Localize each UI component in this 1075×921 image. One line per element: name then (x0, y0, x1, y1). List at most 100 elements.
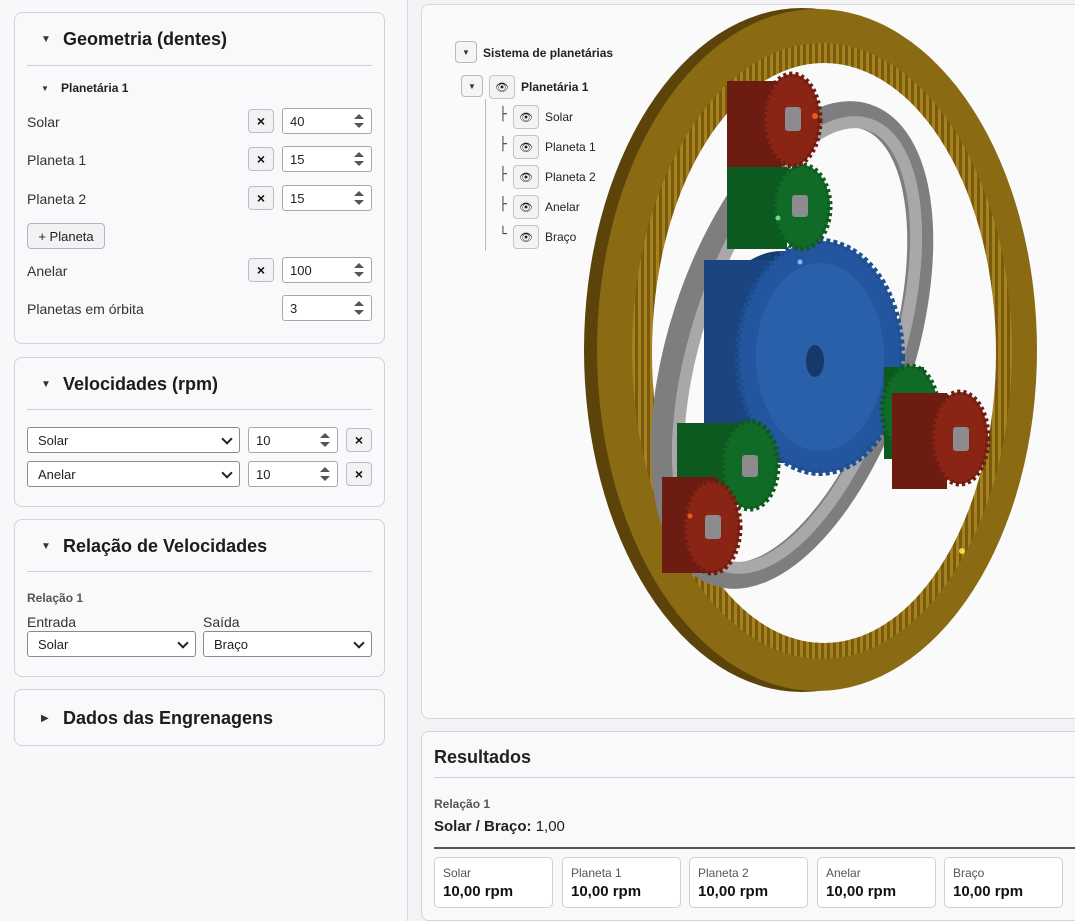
remove-planet2-button[interactable]: × (248, 186, 274, 210)
planet2-teeth-input[interactable]: 15 (282, 185, 372, 211)
remove-ring-button[interactable]: × (248, 258, 274, 282)
remove-speed-2-button[interactable]: × (346, 462, 372, 486)
planetary-subheader[interactable]: ▼ Planetária 1 (41, 81, 128, 95)
solar-teeth-input[interactable]: 40 (282, 108, 372, 134)
results-title: Resultados (434, 747, 532, 767)
spinner-icon[interactable] (319, 431, 331, 449)
orbit-label: Planetas em órbita (27, 301, 144, 317)
remove-speed-1-button[interactable]: × (346, 428, 372, 452)
planet1-gear-top (727, 162, 833, 252)
speeds-header[interactable]: ▼ Velocidades (rpm) (15, 358, 384, 410)
spinner-icon[interactable] (319, 465, 331, 483)
tree-item-carrier: Braço (545, 230, 577, 244)
ratio-subtitle: Relação 1 (27, 591, 84, 605)
marker (959, 548, 965, 554)
gear-data-header[interactable]: ▶ Dados das Engrenagens (15, 690, 384, 747)
result-name: Anelar (826, 866, 861, 880)
gear-data-title: Dados das Engrenagens (63, 708, 274, 728)
planet2-gear-right (892, 389, 991, 489)
tree-connector: ├ (499, 107, 507, 122)
ring-label: Anelar (27, 263, 68, 279)
caret-down-icon: ▼ (41, 33, 51, 45)
result-card-planet1: Planeta 1 10,00 rpm (562, 857, 681, 908)
planetary-title: Planetária 1 (61, 81, 129, 95)
toggle-visibility-ring[interactable]: 👁 (513, 195, 539, 219)
tree-root-toggle[interactable]: ▼ (455, 41, 477, 63)
orbit-count-value: 3 (290, 300, 298, 316)
planet1-teeth-input[interactable]: 15 (282, 146, 372, 172)
speed-gear-select-2[interactable]: Anelar (27, 461, 240, 487)
result-name: Planeta 1 (571, 866, 622, 880)
results-relation-value: 1,00 (535, 818, 565, 835)
caret-down-icon: ▼ (41, 540, 51, 552)
spinner-icon[interactable] (353, 299, 365, 317)
solar-teeth-value: 40 (290, 113, 305, 129)
result-card-planet2: Planeta 2 10,00 rpm (689, 857, 808, 908)
planet2-label: Planeta 2 (27, 191, 87, 207)
toggle-visibility-planet1[interactable]: 👁 (513, 135, 539, 159)
caret-down-icon: ▼ (41, 83, 49, 93)
remove-solar-button[interactable]: × (248, 109, 274, 133)
results-panel: Resultados Relação 1 Solar / Braço: 1,00… (421, 731, 1075, 921)
gear-3d-viewer[interactable]: ▼ Sistema de planetárias ▼ 👁 Planetária … (421, 4, 1075, 719)
tree-item-planet1: Planeta 1 (545, 140, 596, 154)
toggle-visibility-planetary[interactable]: 👁 (489, 75, 515, 99)
marker (812, 113, 818, 119)
eye-icon: 👁 (519, 171, 533, 184)
eye-icon: 👁 (519, 141, 533, 154)
input-select[interactable]: Solar (27, 631, 196, 657)
result-value: 10,00 rpm (953, 883, 1024, 900)
speed-gear-select-1[interactable]: Solar (27, 427, 240, 453)
ratio-header[interactable]: ▼ Relação de Velocidades (15, 520, 384, 572)
planet2-teeth-value: 15 (290, 190, 305, 206)
planet2-gear-top (727, 71, 823, 169)
output-select-value: Braço (214, 636, 248, 652)
ratio-card: ▼ Relação de Velocidades Relação 1 Entra… (14, 519, 385, 677)
toggle-visibility-solar[interactable]: 👁 (513, 105, 539, 129)
spinner-icon[interactable] (353, 261, 365, 279)
planet1-label: Planeta 1 (27, 152, 87, 168)
tree-item-solar: Solar (545, 110, 574, 124)
eye-icon: 👁 (519, 231, 533, 244)
orbit-count-input[interactable]: 3 (282, 295, 372, 321)
speed-value-input-2[interactable]: 10 (248, 461, 338, 487)
tree-planetary-label: Planetária 1 (521, 80, 589, 94)
tree-item-planet2: Planeta 2 (545, 170, 596, 184)
result-card-solar: Solar 10,00 rpm (434, 857, 553, 908)
tree-connector: ├ (499, 197, 507, 212)
result-name: Solar (443, 866, 472, 880)
tree-planetary-toggle[interactable]: ▼ (461, 75, 483, 97)
spinner-icon[interactable] (353, 150, 365, 168)
result-value: 10,00 rpm (443, 883, 514, 900)
remove-planet1-button[interactable]: × (248, 147, 274, 171)
spinner-icon[interactable] (353, 189, 365, 207)
speed-value-input-1[interactable]: 10 (248, 427, 338, 453)
geometry-header[interactable]: ▼ Geometria (dentes) (15, 13, 384, 65)
divider (27, 571, 372, 572)
eye-icon: 👁 (519, 111, 533, 124)
result-card-carrier: Braço 10,00 rpm (944, 857, 1063, 908)
left-panel: ▼ Geometria (dentes) ▼ Planetária 1 Sola… (0, 0, 408, 921)
geometry-card: ▼ Geometria (dentes) ▼ Planetária 1 Sola… (14, 12, 385, 344)
speed-value-2: 10 (256, 466, 271, 482)
toggle-visibility-carrier[interactable]: 👁 (513, 225, 539, 249)
toggle-visibility-planet2[interactable]: 👁 (513, 165, 539, 189)
results-relation-text: Solar / Braço: (434, 818, 532, 835)
tree-connector: └ (499, 227, 507, 242)
chevron-down-icon (221, 467, 233, 479)
spinner-icon[interactable] (353, 112, 365, 130)
result-card-ring: Anelar 10,00 rpm (817, 857, 936, 908)
ratio-title: Relação de Velocidades (63, 535, 268, 556)
add-planet-button[interactable]: + Planeta (27, 223, 105, 249)
chevron-down-icon (353, 637, 365, 649)
speeds-title: Velocidades (rpm) (63, 373, 219, 394)
solar-label: Solar (27, 114, 60, 130)
speed-gear-select-2-value: Anelar (38, 466, 76, 482)
geometry-title: Geometria (dentes) (63, 28, 228, 49)
result-value: 10,00 rpm (826, 883, 897, 900)
result-name: Planeta 2 (698, 866, 749, 880)
output-select[interactable]: Braço (203, 631, 372, 657)
ring-teeth-input[interactable]: 100 (282, 257, 372, 283)
input-label: Entrada (27, 614, 77, 630)
results-relation: Solar / Braço: 1,00 (434, 818, 565, 835)
